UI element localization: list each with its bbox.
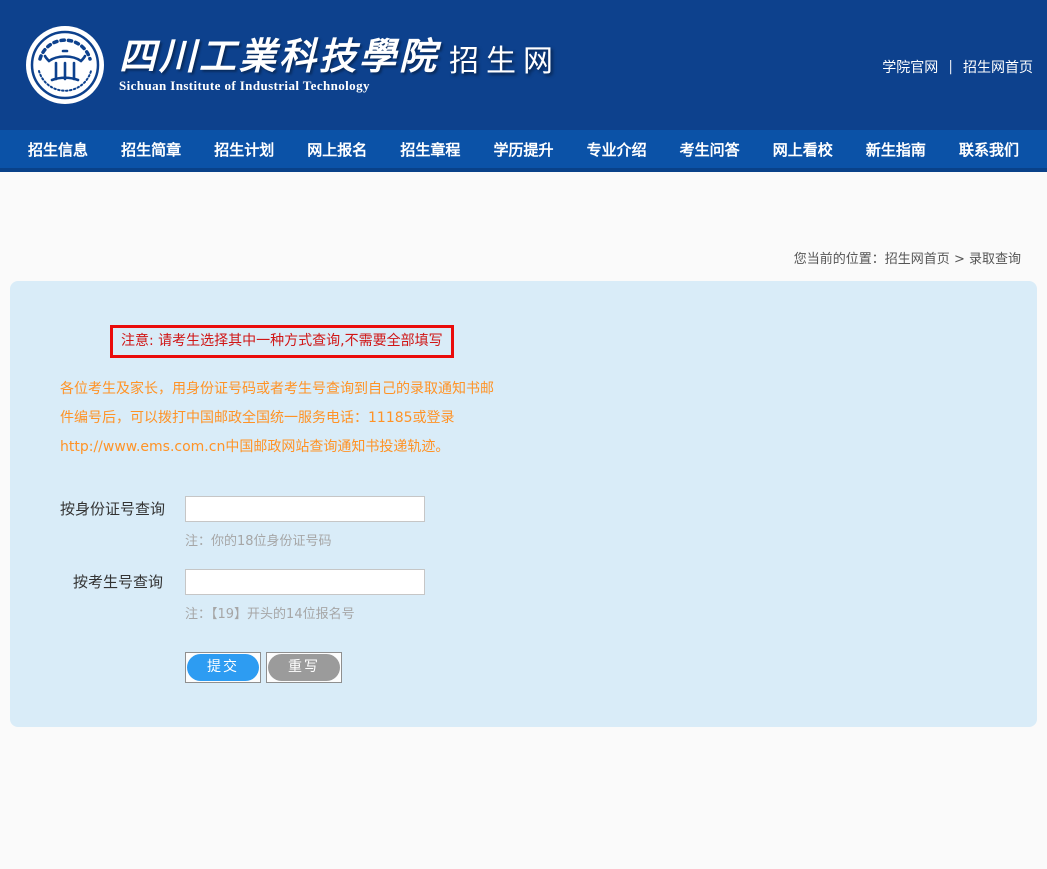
exam-number-label: 按考生号查询 (60, 571, 163, 592)
submit-button-label: 提交 (187, 654, 259, 681)
nav-item-degree-upgrade[interactable]: 学历提升 (493, 139, 553, 160)
form-buttons: 提交 重写 (185, 652, 1037, 683)
breadcrumb-prefix: 您当前的位置： (794, 252, 885, 267)
nav-item-admission-brochure[interactable]: 招生简章 (121, 139, 181, 160)
postal-tracking-info-line: 各位考生及家长，用身份证号码或者考生号查询到自己的录取通知书邮 (60, 375, 1037, 404)
exam-number-note: 注：【19】开头的14位报名号 (185, 603, 1037, 622)
header-link-separator: | (948, 59, 953, 75)
nav-item-online-registration[interactable]: 网上报名 (307, 139, 367, 160)
header-links: 学院官网 | 招生网首页 (882, 57, 1033, 77)
nav-item-contact-us[interactable]: 联系我们 (959, 139, 1019, 160)
nav-item-admission-charter[interactable]: 招生章程 (400, 139, 460, 160)
breadcrumb-home-link[interactable]: 招生网首页 (885, 252, 950, 267)
exam-number-input[interactable] (185, 569, 425, 595)
postal-tracking-info-line: http://www.ems.com.cn中国邮政网站查询通知书投递轨迹。 (60, 433, 1037, 462)
header-link-official-site[interactable]: 学院官网 (882, 57, 938, 77)
university-brand: 四川工業科技學院 Sichuan Institute of Industrial… (119, 36, 439, 94)
id-number-row: 按身份证号查询 (60, 496, 1037, 522)
exam-number-row: 按考生号查询 (60, 569, 1037, 595)
site-header: 四川工業科技學院 Sichuan Institute of Industrial… (0, 0, 1047, 130)
breadcrumb-current: 录取查询 (969, 252, 1021, 267)
reset-button[interactable]: 重写 (266, 652, 342, 683)
postal-tracking-info: 各位考生及家长，用身份证号码或者考生号查询到自己的录取通知书邮 件编号后，可以拨… (60, 375, 1037, 462)
university-name-en: Sichuan Institute of Industrial Technolo… (119, 78, 439, 94)
id-number-label: 按身份证号查询 (60, 498, 163, 519)
site-section-title: 招生网 (449, 36, 560, 80)
university-seal-icon (25, 25, 105, 105)
breadcrumb-separator: > (954, 252, 965, 267)
query-notice-box: 注意: 请考生选择其中一种方式查询,不需要全部填写 (110, 325, 454, 358)
nav-item-freshman-guide[interactable]: 新生指南 (866, 139, 926, 160)
nav-item-admission-info[interactable]: 招生信息 (28, 139, 88, 160)
admission-query-panel: 注意: 请考生选择其中一种方式查询,不需要全部填写 各位考生及家长，用身份证号码… (10, 281, 1037, 727)
nav-item-admission-plan[interactable]: 招生计划 (214, 139, 274, 160)
university-name-zh: 四川工業科技學院 (119, 36, 439, 77)
query-form: 按身份证号查询 注：你的18位身份证号码 按考生号查询 注：【19】开头的14位… (60, 496, 1037, 683)
submit-button[interactable]: 提交 (185, 652, 261, 683)
reset-button-label: 重写 (268, 654, 340, 681)
id-number-note: 注：你的18位身份证号码 (185, 530, 1037, 549)
nav-item-candidate-qa[interactable]: 考生问答 (680, 139, 740, 160)
nav-item-online-campus-tour[interactable]: 网上看校 (773, 139, 833, 160)
nav-item-major-intro[interactable]: 专业介绍 (587, 139, 647, 160)
header-link-admissions-home[interactable]: 招生网首页 (963, 57, 1033, 77)
postal-tracking-info-line: 件编号后，可以拨打中国邮政全国统一服务电话：11185或登录 (60, 404, 1037, 433)
main-nav: 招生信息 招生简章 招生计划 网上报名 招生章程 学历提升 专业介绍 考生问答 … (0, 130, 1047, 172)
breadcrumb: 您当前的位置：招生网首页 > 录取查询 (0, 172, 1047, 281)
id-number-input[interactable] (185, 496, 425, 522)
